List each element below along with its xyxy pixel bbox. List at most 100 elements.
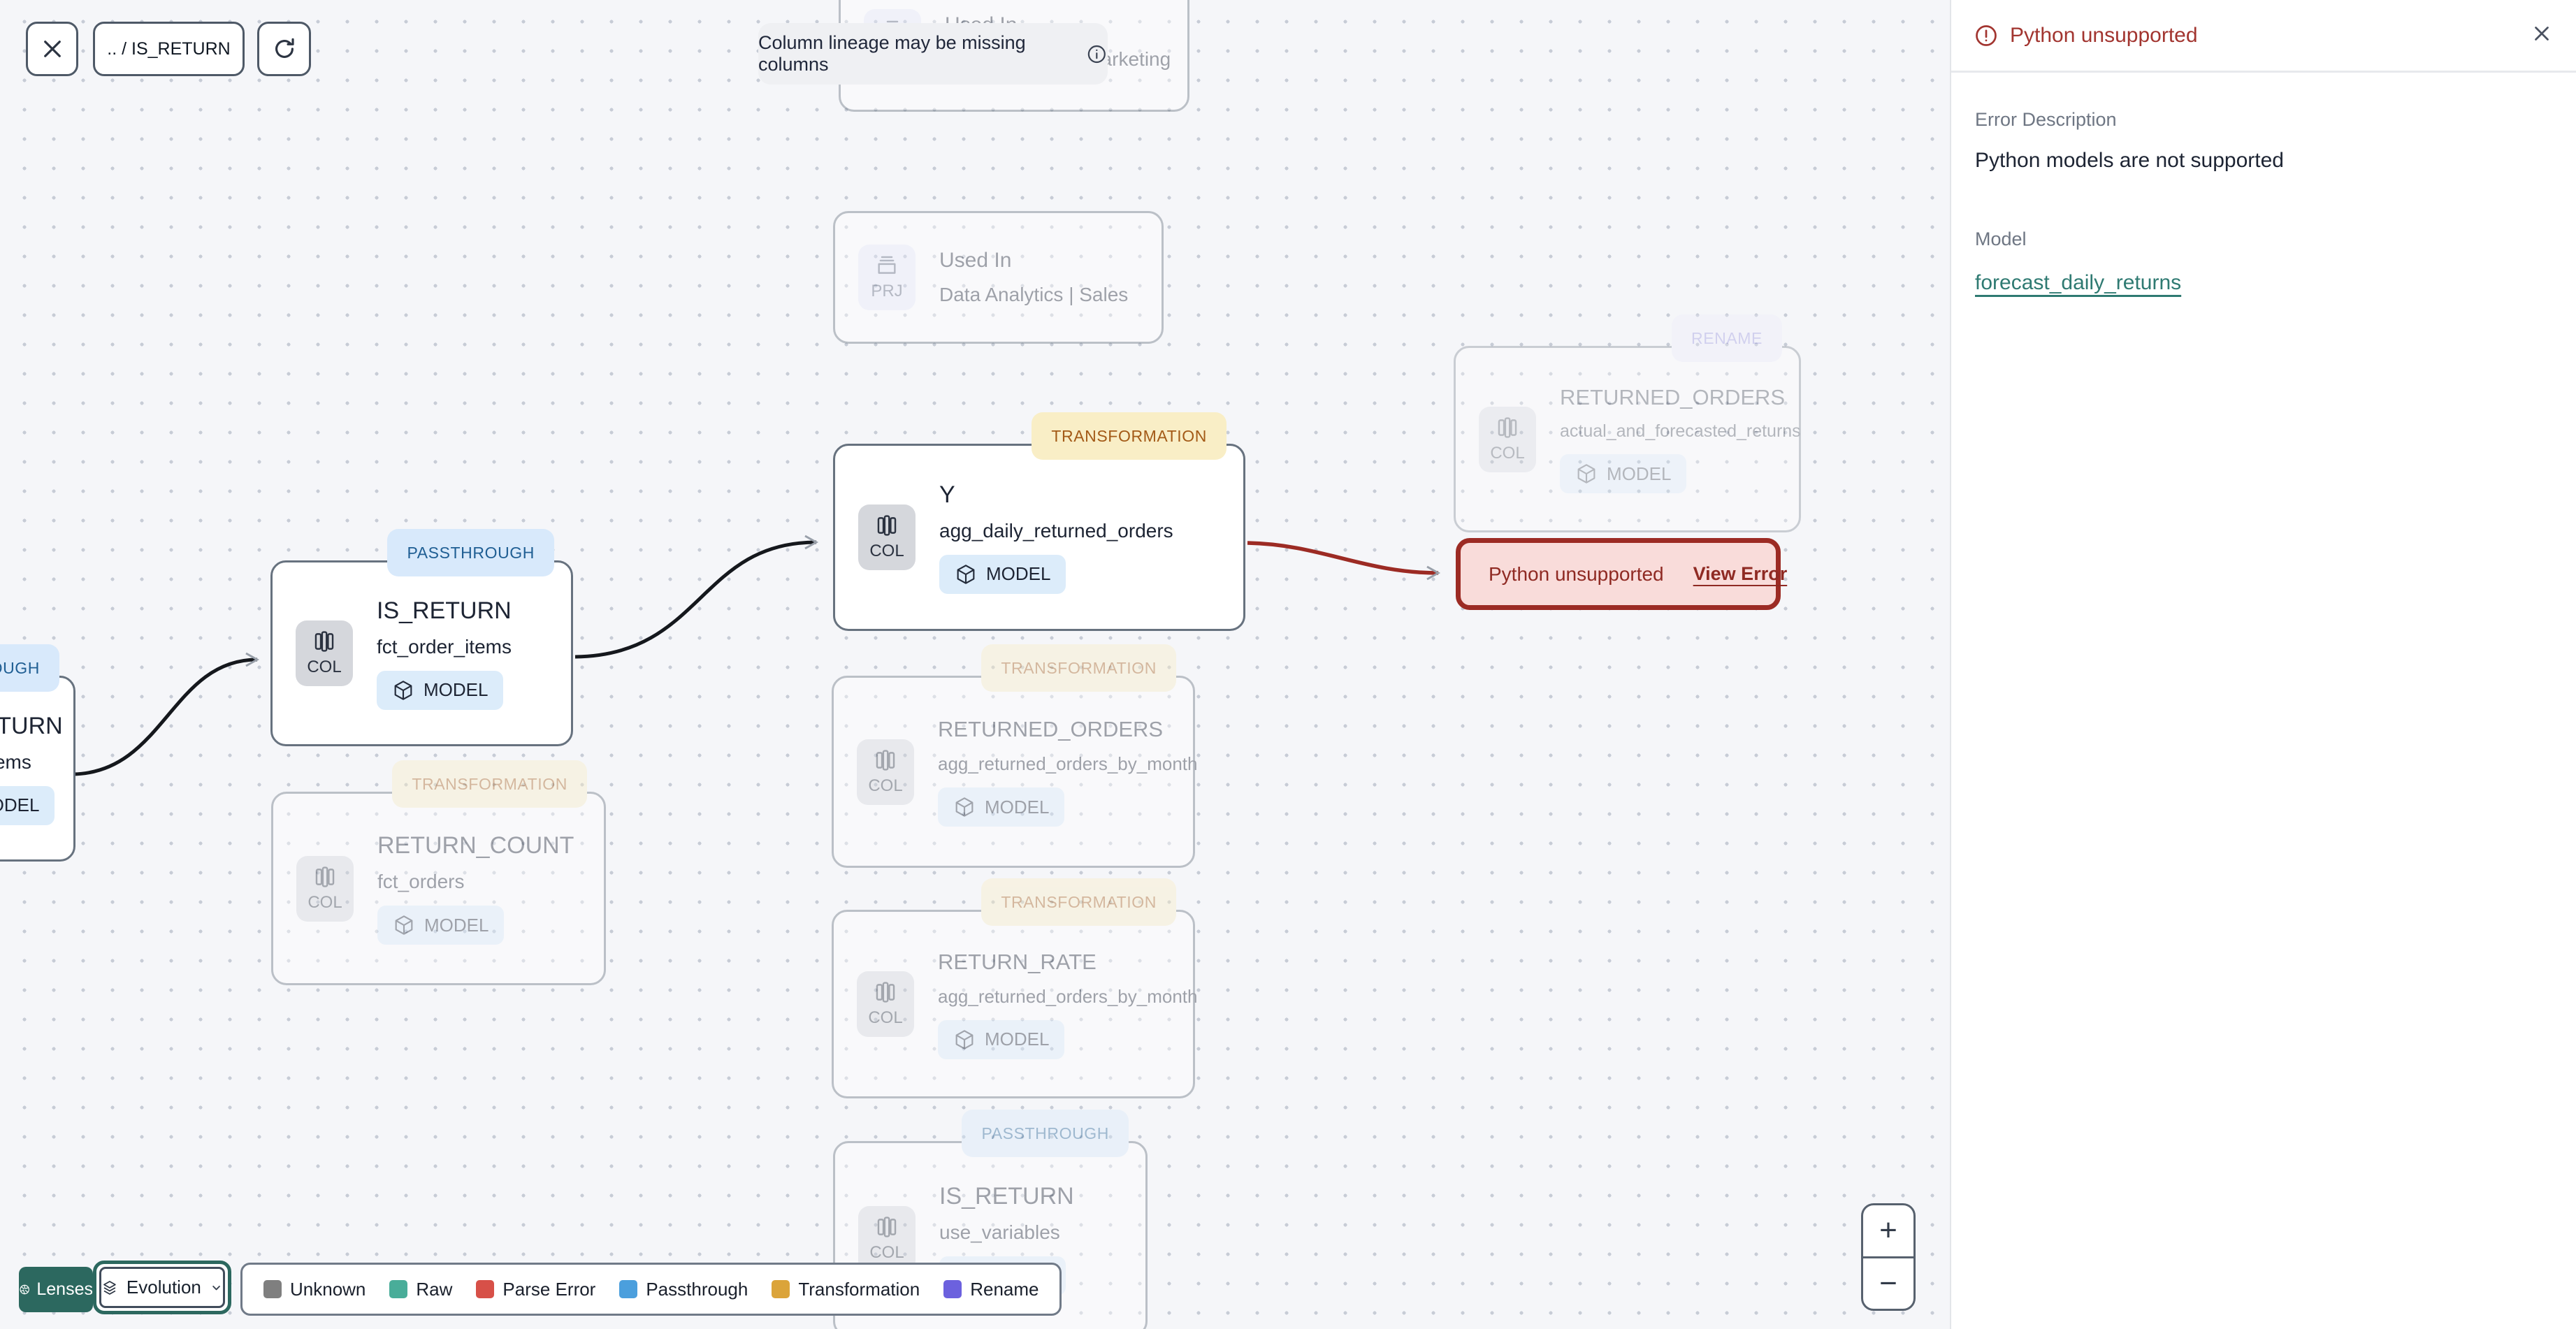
transformation-badge: TRANSFORMATION [981, 878, 1176, 926]
zoom-controls: + − [1861, 1203, 1916, 1311]
error-detail-panel: Python unsupported Error Description Pyt… [1950, 0, 2576, 1329]
legend-swatch [389, 1280, 408, 1298]
node-return-count[interactable]: TRANSFORMATION COL RETURN_COUNT fct_orde… [271, 760, 606, 985]
icon-label: COL [869, 1243, 904, 1262]
breadcrumb[interactable]: .. / IS_RETURN [93, 22, 245, 76]
lineage-canvas[interactable]: PRJ Used In Data Analytics | Marketing P… [0, 0, 1950, 1329]
column-icon: COL [296, 620, 353, 686]
refresh-icon [275, 38, 294, 58]
node-return-rate[interactable]: TRANSFORMATION COL RETURN_RATE agg_retur… [832, 878, 1197, 1098]
node-returned-orders-by-month[interactable]: TRANSFORMATION COL RETURNED_ORDERS agg_r… [832, 644, 1198, 868]
legend-item-raw: Raw [389, 1279, 452, 1300]
node-subtitle: agg_returned_orders_by_month [938, 753, 1198, 774]
legend-item-rename: Rename [943, 1279, 1039, 1300]
legend-label: Raw [416, 1278, 453, 1300]
node-returned-orders-forecast[interactable]: RENAME COL RETURNED_ORDERS actual_and_fo… [1454, 314, 1801, 532]
column-icon: COL [296, 855, 354, 922]
alert-circle-icon [1976, 24, 1997, 46]
node-title: RETURN_RATE [938, 949, 1097, 974]
node-title: RETURN_COUNT [377, 832, 574, 859]
close-icon [2535, 27, 2549, 41]
error-panel-body: Error Description Python models are not … [1951, 73, 2576, 331]
icon-label: PRJ [871, 282, 903, 300]
legend-item-passthrough: Passthrough [619, 1279, 748, 1300]
panel-close-button[interactable] [2530, 22, 2554, 49]
node-is-return-fct-order-items[interactable]: PASSTHROUGH COL IS_RETURN fct_order_item… [270, 529, 573, 746]
legend-label: Rename [970, 1278, 1039, 1300]
passthrough-badge: PASSTHROUGH [962, 1110, 1129, 1157]
node-title: IS_RETURN [377, 597, 512, 624]
close-lineage-button[interactable] [26, 22, 78, 76]
node-is-return-upstream[interactable]: PASSTHROUGH COL IS_RETURN order_items MO… [0, 644, 75, 862]
node-subtitle: actual_and_forecasted_returns [1560, 421, 1801, 441]
error-description-label: Error Description [1975, 109, 2117, 130]
lenses-button[interactable]: Lenses [19, 1267, 93, 1312]
edge-isreturn-to-y [574, 535, 819, 659]
lineage-warning-banner: Column lineage may be missing columns [758, 23, 1108, 85]
transformation-badge: TRANSFORMATION [1032, 412, 1227, 460]
node-used-in-sales[interactable]: PRJ Used In Data Analytics | Sales [833, 211, 1164, 344]
column-icon: COL [857, 971, 914, 1037]
refresh-button[interactable] [257, 22, 311, 76]
node-title: IS_RETURN [939, 1182, 1074, 1210]
icon-label: COL [307, 892, 342, 912]
cube-icon [1577, 464, 1595, 484]
aperture-icon [20, 1284, 29, 1295]
legend-swatch [772, 1280, 790, 1298]
passthrough-badge: PASSTHROUGH [0, 644, 59, 692]
error-panel-header: Python unsupported [1951, 0, 2576, 73]
node-python-unsupported-error[interactable]: Python unsupported View Error [1456, 538, 1787, 610]
node-subtitle: Data Analytics | Sales [939, 284, 1129, 305]
close-icon [43, 41, 61, 57]
breadcrumb-label: .. / IS_RETURN [107, 38, 231, 59]
transformation-badge: TRANSFORMATION [981, 644, 1176, 692]
node-title: RETURNED_ORDERS [1560, 385, 1786, 409]
legend-label: Unknown [290, 1278, 366, 1300]
chevron-down-icon [212, 1285, 220, 1290]
model-badge: MODEL [0, 785, 55, 825]
model-badge: MODEL [938, 787, 1065, 827]
info-icon[interactable] [1086, 43, 1108, 66]
legend-label: Transformation [798, 1278, 920, 1300]
column-icon: COL [1479, 406, 1536, 472]
layers-icon [103, 1280, 116, 1295]
model-link[interactable]: forecast_daily_returns [1975, 271, 2181, 295]
column-icon: COL [858, 1206, 916, 1272]
column-icon: COL [858, 504, 916, 570]
node-subtitle: use_variables [939, 1221, 1060, 1243]
node-subtitle: order_items [0, 750, 31, 773]
legend-swatch [263, 1280, 282, 1298]
cube-icon [955, 797, 974, 817]
error-panel-title: Python unsupported [2010, 23, 2198, 47]
lineage-type-legend: Unknown Raw Parse Error Passthrough Transfor… [240, 1263, 1062, 1316]
cube-icon [955, 1029, 974, 1050]
model-badge: MODEL [938, 1019, 1065, 1059]
zoom-out-button[interactable]: − [1863, 1258, 1913, 1309]
zoom-in-button[interactable]: + [1863, 1205, 1913, 1258]
icon-label: COL [868, 1008, 903, 1027]
node-subtitle: agg_daily_returned_orders [939, 519, 1173, 542]
edge-upstream-to-isreturn [72, 652, 260, 776]
edge-y-to-error [1247, 541, 1441, 581]
node-title: Y [939, 481, 955, 508]
error-node-label: Python unsupported [1489, 562, 1664, 585]
legend-item-parse-error: Parse Error [476, 1279, 595, 1300]
banner-text: Column lineage may be missing columns [758, 32, 1026, 75]
legend-item-unknown: Unknown [263, 1279, 366, 1300]
model-label: Model [1975, 228, 2027, 249]
icon-label: COL [868, 776, 903, 795]
view-error-link[interactable]: View Error [1693, 563, 1788, 585]
legend-swatch [943, 1280, 962, 1298]
legend-swatch [619, 1280, 638, 1298]
lens-select[interactable]: Evolution [93, 1261, 231, 1314]
legend-label: Passthrough [646, 1278, 748, 1300]
legend-swatch [476, 1280, 495, 1298]
cube-icon [394, 680, 412, 700]
lens-selected-value: Evolution [126, 1277, 201, 1298]
column-icon: COL [857, 739, 914, 805]
icon-label: COL [307, 658, 342, 676]
node-y-agg-daily-returned-orders[interactable]: TRANSFORMATION COL Y agg_daily_returned_… [833, 412, 1245, 631]
node-subtitle: fct_order_items [377, 635, 512, 658]
lenses-label: Lenses [36, 1279, 93, 1299]
cube-icon [957, 564, 975, 584]
